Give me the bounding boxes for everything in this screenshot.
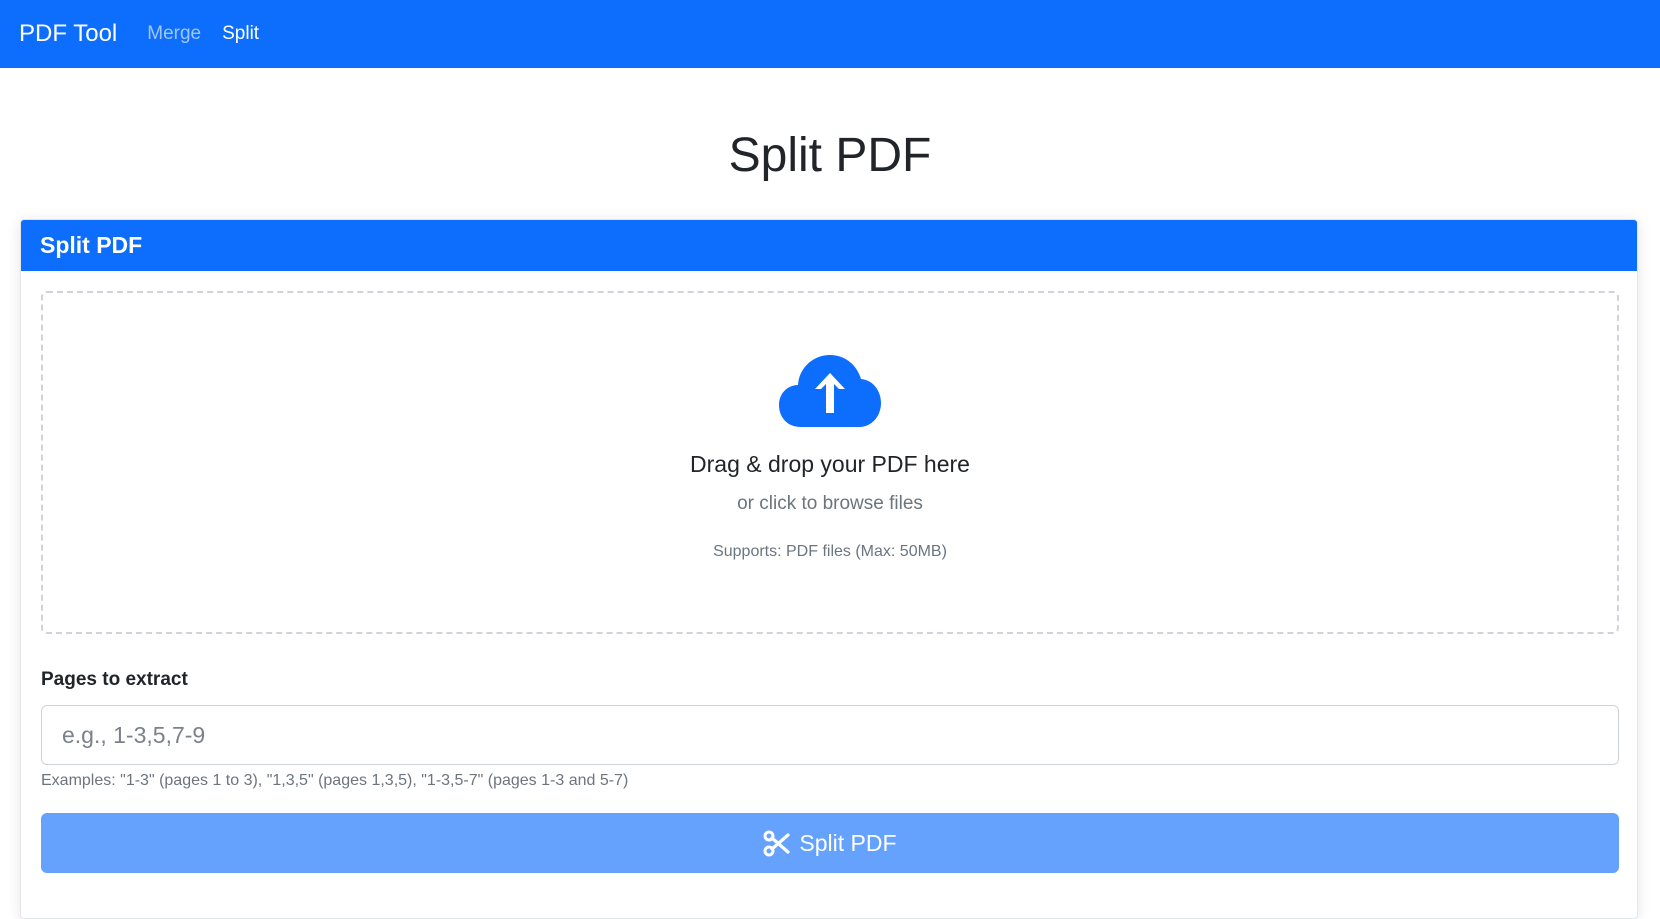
file-dropzone[interactable]: Drag & drop your PDF here or click to br… xyxy=(41,291,1619,634)
page-title: Split PDF xyxy=(728,129,932,182)
pages-input[interactable] xyxy=(41,705,1619,765)
dropzone-note: Supports: PDF files (Max: 50MB) xyxy=(713,543,947,560)
top-navbar: PDF Tool Merge Split xyxy=(0,0,1660,68)
split-card: Split PDF Drag & drop your PDF here or c… xyxy=(20,219,1638,919)
nav-link-merge[interactable]: Merge xyxy=(147,23,201,45)
scissors-icon xyxy=(763,830,791,856)
dropzone-title: Drag & drop your PDF here xyxy=(690,451,970,477)
card-header: Split PDF xyxy=(21,220,1637,271)
pages-label: Pages to extract xyxy=(41,669,188,690)
pages-help-text: Examples: "1-3" (pages 1 to 3), "1,3,5" … xyxy=(41,772,629,789)
card-body: Drag & drop your PDF here or click to br… xyxy=(21,271,1637,873)
split-pdf-button-label: Split PDF xyxy=(799,829,897,856)
cloud-upload-icon xyxy=(779,355,881,427)
dropzone-subtitle: or click to browse files xyxy=(737,493,923,514)
navbar-brand[interactable]: PDF Tool xyxy=(19,20,117,48)
nav-link-split[interactable]: Split xyxy=(222,23,259,45)
split-pdf-button[interactable]: Split PDF xyxy=(41,813,1619,873)
